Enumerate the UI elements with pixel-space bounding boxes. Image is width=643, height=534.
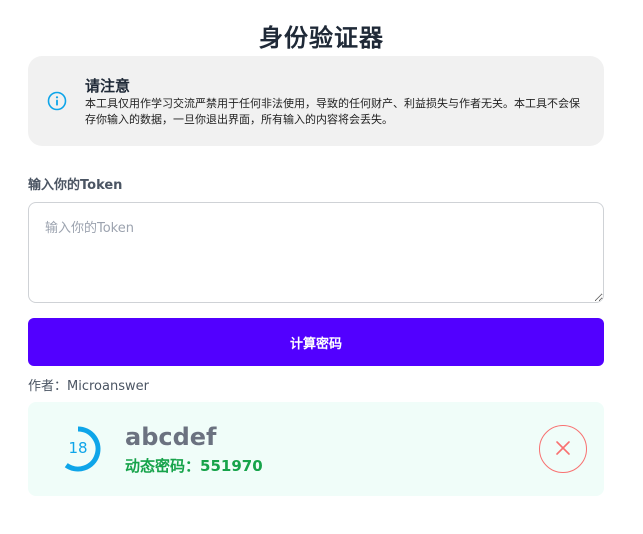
notice-title: 请注意 bbox=[85, 77, 131, 95]
code-value: 551970 bbox=[200, 457, 263, 475]
info-icon bbox=[47, 91, 67, 111]
delete-button[interactable] bbox=[539, 425, 587, 473]
result-card: 18 abcdef 动态密码：551970 bbox=[28, 402, 604, 496]
notice-body: 本工具仅用作学习交流严禁用于任何非法使用，导致的任何财产、利益损失与作者无关。本… bbox=[85, 97, 580, 126]
close-icon bbox=[555, 440, 571, 459]
notice-banner: 请注意 本工具仅用作学习交流严禁用于任何非法使用，导致的任何财产、利益损失与作者… bbox=[28, 56, 604, 146]
countdown-number: 18 bbox=[68, 439, 88, 457]
code-label: 动态密码： bbox=[125, 457, 201, 475]
author-credit: 作者：Microanswer bbox=[28, 379, 149, 394]
page-title: 身份验证器 bbox=[259, 24, 384, 52]
compute-button[interactable]: 计算密码 bbox=[28, 318, 604, 366]
code-line: 动态密码：551970 bbox=[125, 455, 263, 476]
account-name: abcdef bbox=[125, 423, 217, 451]
token-label: 输入你的Token bbox=[28, 178, 123, 193]
token-input[interactable] bbox=[28, 202, 604, 303]
countdown-timer: 18 bbox=[58, 422, 104, 476]
